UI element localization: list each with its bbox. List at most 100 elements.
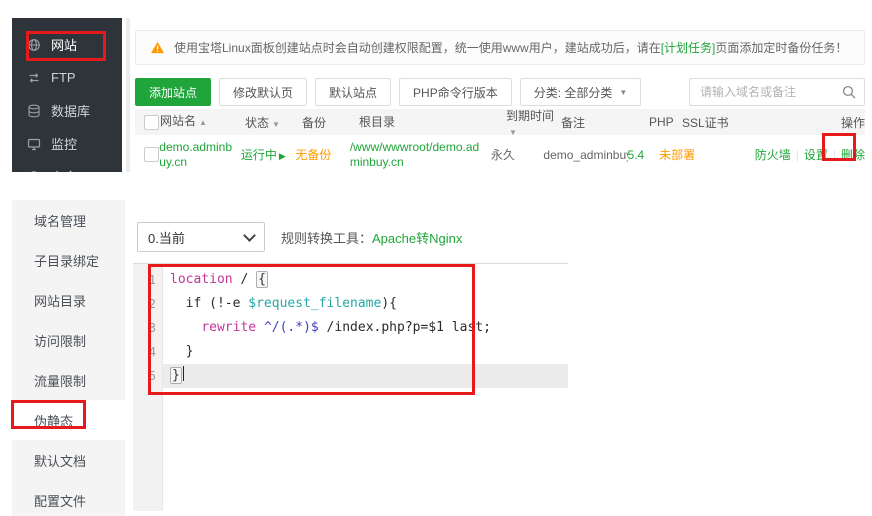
code-token: /index.php?p=$1 last; (318, 320, 491, 335)
row-checkbox[interactable] (144, 147, 159, 162)
site-table-header: 网站名 ▲ 状态 ▼ 备份 根目录 到期时间▼ 备注 PHP SSL证书 操作 (135, 107, 865, 138)
rewrite-rule-select[interactable]: 0.当前 (137, 222, 265, 252)
header-php: PHP (649, 115, 674, 129)
select-all-checkbox[interactable] (144, 114, 159, 130)
sidebar-item-ftp[interactable]: FTP (12, 61, 122, 94)
warning-text-suffix: 页面添加定时备份任务！ (715, 41, 848, 55)
menu-item-traffic-limit[interactable]: 流量限制 (12, 360, 125, 400)
sidebar-item-monitor[interactable]: 监控 (12, 127, 122, 160)
search-icon[interactable] (842, 85, 856, 99)
code-token-variable: $request_filename (248, 296, 382, 311)
line-number: 3 (148, 321, 156, 335)
menu-item-subdir-binding[interactable]: 子目录绑定 (12, 240, 125, 280)
php-cli-version-button[interactable]: PHP命令行版本 (399, 78, 512, 106)
editor-code-area[interactable]: location / { if (!-e $request_filename){… (163, 264, 568, 511)
header-root-dir: 根目录 (359, 114, 396, 129)
row-operations: 防火墙 | 设置 | 删除 (755, 146, 865, 163)
code-token-bracket: } (170, 367, 182, 384)
line-number: 2 (148, 297, 156, 311)
ops-divider: | (795, 148, 799, 162)
default-site-button[interactable]: 默认站点 (315, 78, 392, 106)
text-cursor (182, 366, 184, 381)
rewrite-code-editor: 1 2 3 4 5 location / { if (!-e $request_… (133, 263, 568, 511)
site-toolbar: 添加站点 修改默认页 默认站点 PHP命令行版本 分类: 全部分类 ▼ (135, 78, 865, 106)
menu-item-access-limit[interactable]: 访问限制 (12, 320, 125, 360)
menu-item-domain-manage[interactable]: 域名管理 (12, 200, 125, 240)
menu-item-site-dir[interactable]: 网站目录 (12, 280, 125, 320)
line-number: 4 (148, 345, 156, 359)
delete-link[interactable]: 删除 (841, 148, 865, 162)
header-backup: 备份 (302, 115, 327, 130)
code-line: } (163, 340, 568, 364)
firewall-link[interactable]: 防火墙 (755, 148, 791, 162)
sort-desc-icon: ▼ (509, 127, 517, 137)
sidebar-scrollbar-track[interactable] (126, 18, 130, 172)
websites-page: 使用宝塔Linux面板创建站点时会自动创建权限配置，统一使用www用户，建站成功… (135, 18, 865, 172)
warning-triangle-icon (151, 41, 164, 54)
bt-panel-screenshot: 网站 FTP 数据库 监控 安全 使用宝塔Linux面板创建站点时会自动创建权限… (0, 0, 872, 516)
code-line: if (!-e $request_filename){ (163, 292, 568, 316)
warning-text-prefix: 使用宝塔Linux面板创建站点时会自动创建权限配置，统一使用www用户，建站成功… (174, 41, 661, 55)
sort-asc-icon: ▲ (199, 118, 207, 127)
code-token-keyword: location (170, 272, 241, 287)
header-status[interactable]: 状态 ▼ (245, 114, 302, 131)
sidebar-item-label: 监控 (51, 137, 78, 152)
sidebar-item-websites[interactable]: 网站 (12, 28, 122, 61)
code-token: if (!-e (170, 296, 249, 311)
sort-desc-icon: ▼ (272, 119, 280, 129)
site-settings-menu: 域名管理 子目录绑定 网站目录 访问限制 流量限制 伪静态 默认文档 配置文件 (12, 200, 125, 516)
root-dir-link[interactable]: /www/wwwroot/demo.adminbuy.cn (350, 140, 479, 169)
modify-default-page-button[interactable]: 修改默认页 (219, 78, 308, 106)
header-ssl: SSL证书 (682, 115, 729, 130)
site-search-box (689, 78, 865, 106)
sidebar-item-label: 网站 (51, 38, 78, 53)
rewrite-rule-bar: 0.当前 规则转换工具： Apache转Nginx (137, 222, 462, 252)
editor-gutter: 1 2 3 4 5 (133, 264, 163, 511)
site-table-row: demo.adminbuy.cn 运行中 ▶ 无备份 /www/wwwroot/d… (135, 135, 865, 172)
header-expire[interactable]: 到期时间▼ (506, 107, 561, 138)
category-filter-dropdown[interactable]: 分类: 全部分类 ▼ (519, 78, 642, 106)
site-name-link[interactable]: demo.adminbuy.cn (159, 140, 232, 169)
warning-banner: 使用宝塔Linux面板创建站点时会自动创建权限配置，统一使用www用户，建站成功… (135, 30, 865, 65)
code-token-bracket: { (256, 271, 268, 288)
rule-tool-label: 规则转换工具： (281, 230, 373, 246)
header-note: 备注 (561, 115, 586, 130)
shield-icon (29, 170, 39, 172)
backup-status-link[interactable]: 无备份 (295, 148, 331, 162)
site-status-link[interactable]: 运行中 ▶ (241, 148, 286, 162)
sidebar-item-database[interactable]: 数据库 (12, 94, 122, 127)
settings-link[interactable]: 设置 (804, 148, 828, 162)
code-line: location / { (163, 268, 568, 292)
expire-value: 永久 (490, 148, 515, 162)
menu-item-rewrite[interactable]: 伪静态 (12, 400, 125, 440)
globe-icon (28, 38, 40, 51)
monitor-icon (27, 138, 41, 150)
code-token: / (240, 272, 257, 287)
rewrite-rule-select-value: 0.当前 (148, 230, 185, 246)
add-site-button[interactable]: 添加站点 (135, 78, 212, 106)
line-number: 5 (148, 369, 156, 383)
sidebar-item-label: 数据库 (51, 104, 91, 119)
cron-tasks-link[interactable]: [计划任务] (661, 41, 716, 55)
category-filter-label: 分类: 全部分类 (533, 85, 613, 100)
code-token: } (170, 344, 194, 359)
header-checkbox-cell (135, 114, 160, 130)
row-checkbox-cell (135, 147, 159, 162)
chevron-down-icon (243, 228, 256, 242)
code-token-regex: ^/(.*)$ (263, 320, 319, 335)
menu-item-default-doc[interactable]: 默认文档 (12, 440, 125, 480)
site-search-input[interactable] (690, 85, 842, 99)
menu-item-config-file[interactable]: 配置文件 (12, 480, 125, 516)
ssl-status-link[interactable]: 未部署 (659, 148, 695, 162)
running-play-icon: ▶ (278, 151, 286, 161)
header-site-name[interactable]: 网站名 ▲ (160, 114, 245, 130)
code-token-keyword: rewrite (201, 320, 257, 335)
code-token: ){ (381, 296, 397, 311)
database-icon (28, 104, 40, 117)
caret-down-icon: ▼ (619, 87, 628, 97)
sidebar-item-security[interactable]: 安全 (12, 160, 122, 172)
apache-to-nginx-link[interactable]: Apache转Nginx (372, 228, 462, 247)
sidebar-item-label: FTP (51, 70, 76, 85)
